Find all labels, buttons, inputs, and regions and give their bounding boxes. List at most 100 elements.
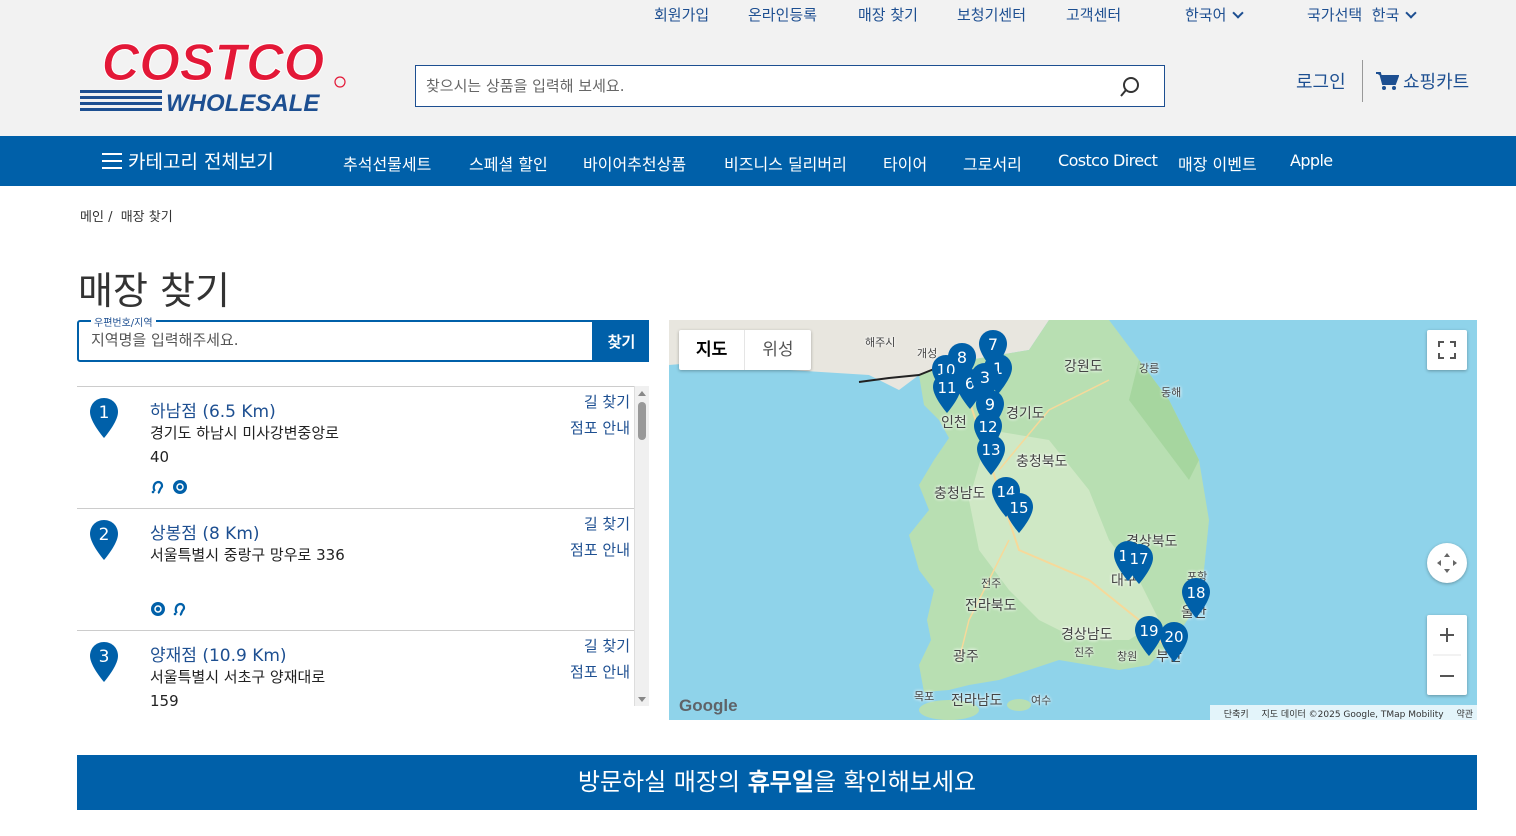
nav-item-business-delivery[interactable]: 비즈니스 딜리버리: [724, 151, 847, 175]
scroll-up-arrow[interactable]: [638, 391, 646, 396]
cart-link[interactable]: 쇼핑카트: [1375, 68, 1469, 94]
store-results-list: 1 하남점 (6.5 Km) 경기도 하남시 미사강변중앙로 40 길 찾기 점…: [77, 386, 649, 706]
fullscreen-button[interactable]: [1427, 330, 1467, 370]
store-info-link[interactable]: 점포 안내: [570, 539, 630, 560]
list-item[interactable]: 3 양재점 (10.9 Km) 서울특별시 서초구 양재대로 159 길 찾기 …: [77, 631, 635, 706]
nav-item-chuseok[interactable]: 추석선물세트: [343, 151, 431, 175]
map-marker-15[interactable]: 15: [1004, 492, 1034, 534]
map-pin-icon: 1: [90, 398, 118, 438]
login-link[interactable]: 로그인: [1296, 68, 1346, 94]
store-info-link[interactable]: 점포 안내: [570, 661, 630, 682]
map-marker-18[interactable]: 18: [1181, 577, 1211, 619]
store-finder-link[interactable]: 매장 찾기: [858, 4, 918, 25]
map-marker-17[interactable]: 17: [1124, 543, 1154, 585]
customer-center-link[interactable]: 고객센터: [1066, 4, 1121, 25]
nav-item-apple[interactable]: Apple: [1290, 151, 1333, 170]
keyboard-shortcuts-link[interactable]: 단축키: [1224, 710, 1249, 720]
store-info-link[interactable]: 점포 안내: [570, 417, 630, 438]
list-item[interactable]: 1 하남점 (6.5 Km) 경기도 하남시 미사강변중앙로 40 길 찾기 점…: [77, 387, 635, 509]
map-pin-icon: 2: [90, 520, 118, 560]
hearing-aid-icon: [172, 601, 188, 617]
online-register-link[interactable]: 온라인등록: [748, 4, 817, 25]
product-search-input[interactable]: [416, 66, 1096, 106]
store-number: 1: [99, 403, 110, 423]
nav-item-store-events[interactable]: 매장 이벤트: [1178, 151, 1257, 175]
svg-text:11: 11: [937, 379, 956, 397]
breadcrumb-home[interactable]: 메인: [80, 210, 104, 225]
map-label: 진주: [1074, 646, 1095, 659]
list-item[interactable]: 2 상봉점 (8 Km) 서울특별시 중랑구 망우로 336 길 찾기 점포 안…: [77, 509, 635, 631]
nav-item-costco-direct[interactable]: Costco Direct: [1058, 151, 1158, 170]
scroll-down-arrow[interactable]: [638, 697, 646, 702]
directions-link[interactable]: 길 찾기: [584, 513, 630, 534]
scroll-thumb[interactable]: [638, 402, 646, 440]
zoom-controls: [1427, 615, 1467, 695]
svg-text:18: 18: [1186, 584, 1205, 602]
store-name[interactable]: 상봉점 (8 Km): [150, 519, 260, 544]
cart-label: 쇼핑카트: [1403, 72, 1470, 93]
map-label: 강원도: [1064, 359, 1103, 375]
svg-text:3: 3: [980, 368, 990, 387]
store-name[interactable]: 하남점 (6.5 Km): [150, 397, 276, 422]
costco-logo[interactable]: COSTCO WHOLESALE: [78, 36, 348, 114]
map-label: 경기도: [1006, 406, 1045, 422]
svg-text:7: 7: [988, 335, 998, 354]
map-marker-13[interactable]: 13: [976, 434, 1006, 476]
logo-text-top: COSTCO: [102, 36, 324, 92]
map-label: 충청북도: [1016, 454, 1068, 470]
map-land: [669, 320, 1209, 720]
store-number: 3: [99, 647, 110, 667]
logo-text-bottom: WHOLESALE: [166, 90, 320, 114]
hearing-aid-link[interactable]: 보청기센터: [957, 4, 1026, 25]
google-logo[interactable]: Google: [679, 696, 738, 716]
map-label: 전라남도: [951, 693, 1003, 709]
store-name[interactable]: 양재점 (10.9 Km): [150, 641, 287, 666]
store-address: 서울특별시 서초구 양재대로 159: [150, 668, 326, 706]
map-label: 목포: [914, 690, 935, 703]
language-selector[interactable]: 한국어: [1185, 4, 1245, 25]
find-store-button[interactable]: 찾기: [594, 320, 649, 362]
signup-link[interactable]: 회원가입: [654, 4, 709, 25]
banner-text-after: 을 확인해보세요: [813, 768, 977, 796]
search-icon[interactable]: [1118, 75, 1142, 99]
map-label: 인천: [941, 415, 967, 431]
map-label: 충청남도: [934, 486, 986, 502]
results-scrollbar[interactable]: [634, 386, 649, 706]
nav-item-tires[interactable]: 타이어: [883, 151, 927, 175]
map-marker-20[interactable]: 20: [1159, 621, 1189, 663]
map-label: 여수: [1031, 694, 1052, 707]
all-categories-button[interactable]: 카테고리 전체보기: [102, 147, 274, 174]
nav-item-special-discount[interactable]: 스페셜 할인: [469, 151, 548, 175]
svg-text:20: 20: [1164, 628, 1183, 646]
map-type-satellite-button[interactable]: 위성: [745, 330, 810, 370]
site-header: 회원가입 온라인등록 매장 찾기 보청기센터 고객센터 한국어 국가선택 한국 …: [0, 0, 1516, 136]
map-label: 동해: [1161, 386, 1182, 399]
map-pin-icon: 3: [90, 642, 118, 682]
store-search-label: 우편번호/지역: [91, 314, 156, 329]
svg-text:19: 19: [1139, 622, 1158, 640]
directions-link[interactable]: 길 찾기: [584, 391, 630, 412]
terms-link[interactable]: 약관: [1456, 710, 1473, 720]
tire-center-icon: [150, 601, 166, 617]
map-attribution: 단축키 지도 데이터 ©2025 Google, TMap Mobility 약…: [1209, 705, 1477, 720]
map-pan-control[interactable]: [1427, 543, 1467, 583]
main-nav: 카테고리 전체보기 추석선물세트 스페셜 할인 바이어추천상품 비즈니스 딜리버…: [0, 136, 1516, 186]
map-data-credit: 지도 데이터 ©2025 Google, TMap Mobility: [1261, 710, 1444, 720]
chevron-down-icon: [1232, 7, 1245, 19]
store-map[interactable]: 지도 위성 해주시 개성 강원도 강릉 동해 인천 경기도 충청북도 충청남도 …: [669, 320, 1477, 720]
nav-item-buyer-picks[interactable]: 바이어추천상품: [583, 151, 686, 175]
map-marker-11[interactable]: 11: [932, 372, 962, 414]
zoom-out-icon[interactable]: [1427, 655, 1467, 695]
directions-link[interactable]: 길 찾기: [584, 635, 630, 656]
svg-text:17: 17: [1129, 550, 1148, 568]
svg-text:13: 13: [981, 441, 1000, 459]
map-type-map-button[interactable]: 지도: [679, 330, 746, 370]
utility-links: 회원가입 온라인등록 매장 찾기 보청기센터 고객센터 한국어 국가선택 한국: [0, 4, 1516, 28]
holiday-check-banner[interactable]: 방문하실 매장의 휴무일을 확인해보세요: [77, 755, 1477, 810]
zoom-in-icon[interactable]: [1427, 615, 1467, 655]
country-label: 국가선택: [1307, 6, 1363, 24]
nav-item-grocery[interactable]: 그로서리: [963, 151, 1022, 175]
country-selector[interactable]: 국가선택 한국: [1307, 4, 1418, 25]
store-number: 2: [99, 525, 110, 545]
svg-text:15: 15: [1009, 499, 1028, 517]
